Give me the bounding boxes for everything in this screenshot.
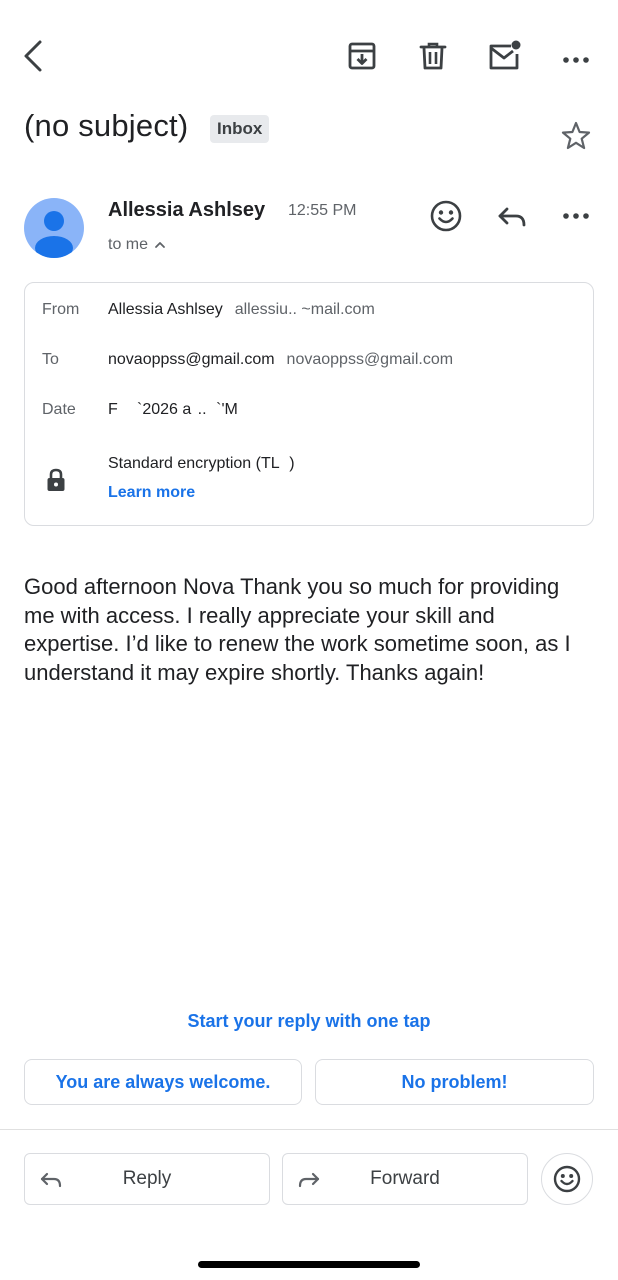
inbox-label-chip[interactable]: Inbox — [210, 115, 270, 143]
email-subject: (no subject) — [24, 108, 189, 143]
recipient-summary: to me — [108, 236, 149, 253]
sender-name: Allessia Ashlsey — [108, 199, 266, 221]
chevron-up-icon — [155, 242, 165, 248]
learn-more-link[interactable]: Learn more — [108, 484, 195, 502]
emoji-icon — [430, 200, 462, 232]
top-toolbar — [0, 0, 618, 100]
date-value: F `2026 a .. `'M — [108, 401, 238, 418]
date-label: Date — [42, 401, 76, 418]
reply-icon — [40, 1172, 62, 1188]
reply-icon-button[interactable] — [492, 196, 532, 236]
reply-button[interactable]: Reply — [24, 1153, 270, 1205]
from-name: Allessia Ashlsey — [108, 301, 223, 318]
archive-button[interactable] — [342, 36, 382, 76]
more-button[interactable] — [556, 36, 596, 76]
arrow-back-icon — [24, 40, 42, 72]
actions-divider — [0, 1129, 618, 1130]
back-button[interactable] — [14, 36, 54, 76]
message-details-card: From Allessia Ashlsey allessiu.. ~mail.co… — [24, 282, 594, 526]
forward-icon — [298, 1172, 320, 1188]
reply-icon-wrap — [39, 1168, 63, 1197]
to-value: novaoppss@gmail.com novaoppss@gmail.com — [108, 351, 453, 369]
add-reaction-button[interactable] — [426, 196, 466, 236]
mark-unread-icon — [489, 40, 521, 70]
sender-time: 12:55 PM — [288, 202, 357, 219]
more-horizontal-icon — [563, 57, 589, 63]
trash-icon — [419, 42, 447, 70]
from-label: From — [42, 301, 80, 318]
reply-icon — [498, 207, 526, 227]
message-more-button[interactable] — [556, 196, 596, 236]
to-label: To — [42, 351, 59, 368]
lock-icon — [47, 468, 65, 491]
encryption-text: Standard encryption (TL ) — [108, 455, 295, 472]
smart-reply-chip-2[interactable]: No problem! — [315, 1059, 594, 1105]
delete-button[interactable] — [413, 36, 453, 76]
archive-icon — [348, 42, 376, 70]
encryption-lock — [45, 467, 67, 498]
smart-reply-chip-1[interactable]: You are always welcome. — [24, 1059, 302, 1105]
sender-avatar[interactable] — [24, 198, 84, 258]
to-email: novaoppss@gmail.com — [286, 351, 454, 368]
home-indicator[interactable] — [198, 1261, 420, 1268]
star-outline-icon — [561, 121, 591, 150]
star-button[interactable] — [558, 118, 594, 154]
recipient-details-toggle[interactable]: to me — [108, 236, 166, 254]
reaction-button[interactable] — [541, 1153, 593, 1205]
person-icon — [35, 211, 73, 258]
email-body: Good afternoon Nova Thank you so much fo… — [24, 574, 571, 685]
forward-button[interactable]: Forward — [282, 1153, 528, 1205]
to-name: novaoppss@gmail.com — [108, 351, 275, 368]
smart-reply-title: Start your reply with one tap — [187, 1011, 431, 1031]
emoji-icon — [553, 1165, 581, 1193]
from-email: allessiu.. ~mail.com — [234, 301, 375, 318]
forward-icon-wrap — [297, 1168, 321, 1197]
mark-unread-button[interactable] — [485, 36, 525, 76]
more-horizontal-icon — [563, 213, 589, 219]
from-value: Allessia Ashlsey allessiu.. ~mail.com — [108, 301, 375, 319]
